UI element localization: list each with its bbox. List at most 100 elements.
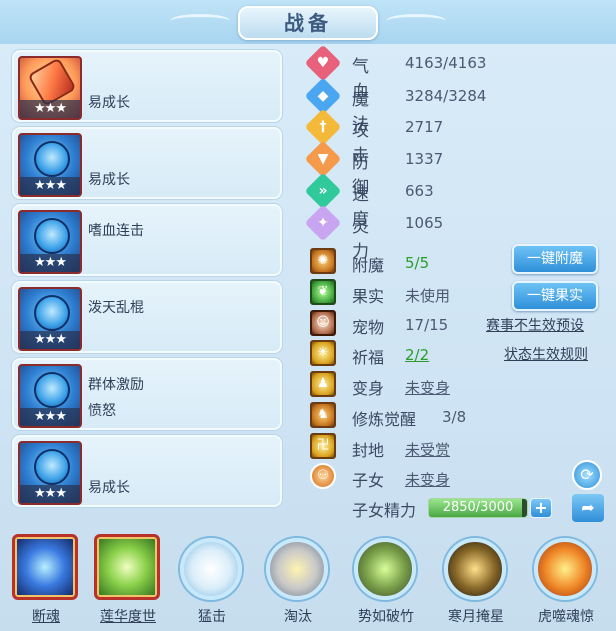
bless-icon: ☀ xyxy=(310,340,336,366)
child-label: 子女 xyxy=(352,471,385,490)
transform-icon: ♟ xyxy=(310,371,336,397)
enchant-icon: ✺ xyxy=(310,248,336,274)
shield-icon: ▼ xyxy=(304,140,342,178)
child-icon: ⚇ xyxy=(310,463,336,489)
star-rating: ★★★ xyxy=(20,485,80,503)
pet-skill: 群体激励 xyxy=(88,377,144,393)
child-energy-bar: 2850/3000 xyxy=(428,498,528,518)
title-bar: 战备 xyxy=(0,0,616,44)
bless-value[interactable]: 2/2 xyxy=(405,346,429,364)
blue-warrior-icon: ★★★ xyxy=(18,441,82,505)
one-click-enchant-button[interactable]: 一键附魔 xyxy=(512,244,598,274)
blue-warrior-icon: ★★★ xyxy=(18,287,82,351)
pet-trait: 易成长 xyxy=(88,480,130,496)
spirit-icon: ✦ xyxy=(304,204,342,242)
stat-value: 1337 xyxy=(405,150,444,168)
pet-card-3[interactable]: ★★★ 嗜血连击 xyxy=(12,204,282,276)
skill-name: 莲华度世 xyxy=(100,609,156,625)
star-rating: ★★★ xyxy=(20,100,80,118)
add-energy-button[interactable]: + xyxy=(530,498,552,518)
skill-7[interactable]: 虎噬魂惊 xyxy=(526,530,606,631)
transform-value[interactable]: 未变身 xyxy=(405,377,450,398)
pet-skill: 嗜血连击 xyxy=(88,223,144,239)
refresh-icon[interactable]: ⟳ xyxy=(572,460,602,490)
tiger-flame-icon xyxy=(534,538,596,600)
row-transform: ♟ 变身 未变身 xyxy=(310,371,610,399)
child-energy-value: 2850/3000 xyxy=(442,500,514,515)
transform-label: 变身 xyxy=(352,379,385,398)
train-value: 3/8 xyxy=(442,408,467,426)
skill-2[interactable]: 莲华度世 xyxy=(88,530,168,631)
pet-card-4[interactable]: ★★★ 泼天乱棍 xyxy=(12,281,282,353)
star-rating: ★★★ xyxy=(20,254,80,272)
stat-value: 3284/3284 xyxy=(405,87,487,105)
blade-icon xyxy=(266,538,328,600)
enchant-label: 附魔 xyxy=(352,256,385,275)
soul-break-icon xyxy=(12,534,78,600)
blue-warrior-icon: ★★★ xyxy=(18,364,82,428)
title-ornament-left xyxy=(170,14,230,28)
pet-card-1[interactable]: ★★★ 易成长 xyxy=(12,50,282,122)
child-value[interactable]: 未变身 xyxy=(405,469,450,490)
share-icon[interactable]: ➦ xyxy=(572,494,604,522)
train-label: 修炼觉醒 xyxy=(352,410,417,429)
stat-value: 1065 xyxy=(405,214,444,232)
skill-4[interactable]: 淘汰 xyxy=(258,530,338,631)
pet-card-2[interactable]: ★★★ 易成长 xyxy=(12,127,282,199)
speed-icon: » xyxy=(304,172,342,210)
pet-label: 宠物 xyxy=(352,318,385,337)
land-label: 封地 xyxy=(352,441,385,460)
row-land: 卍 封地 未受赏 xyxy=(310,433,610,461)
moon-warrior-icon xyxy=(444,538,506,600)
star-rating: ★★★ xyxy=(20,331,80,349)
skill-3[interactable]: 猛击 xyxy=(172,530,252,631)
bamboo-sword-icon xyxy=(354,538,416,600)
pet-trait: 易成长 xyxy=(88,172,130,188)
bless-label: 祈福 xyxy=(352,348,385,367)
skill-name: 势如破竹 xyxy=(358,609,414,625)
row-child-energy: 子女精力 xyxy=(310,495,430,523)
page-title: 战备 xyxy=(238,6,378,40)
star-rating: ★★★ xyxy=(20,408,80,426)
sword-icon: † xyxy=(304,108,342,146)
lotus-hand-icon xyxy=(94,534,160,600)
one-click-fruit-button[interactable]: 一键果实 xyxy=(512,281,598,311)
land-value[interactable]: 未受赏 xyxy=(405,439,450,460)
popsicle-icon: ★★★ xyxy=(18,56,82,120)
skill-1[interactable]: 断魂 xyxy=(6,530,86,631)
fruit-value: 未使用 xyxy=(405,287,451,305)
row-child: ⚇ 子女 未变身 xyxy=(310,463,610,491)
blue-warrior-icon: ★★★ xyxy=(18,133,82,197)
heart-icon: ♥ xyxy=(304,44,342,82)
stat-value: 2717 xyxy=(405,118,444,136)
skill-name: 断魂 xyxy=(32,609,60,625)
pet-trait: 易成长 xyxy=(88,95,130,111)
skill-6[interactable]: 寒月掩星 xyxy=(436,530,516,631)
pet-list: ★★★ 易成长 ★★★ 易成长 ★★★ 嗜血连击 ★★★ 泼天乱棍 ★★★ 群体… xyxy=(8,48,294,518)
title-ornament-right xyxy=(386,14,446,28)
fruit-icon: ❦ xyxy=(310,279,336,305)
pet-card-5[interactable]: ★★★ 群体激励 愤怒 xyxy=(12,358,282,430)
land-icon: 卍 xyxy=(310,433,336,459)
event-preset-link[interactable]: 赛事不生效预设 xyxy=(486,315,584,335)
enchant-value: 5/5 xyxy=(405,254,430,272)
skill-5[interactable]: 势如破竹 xyxy=(346,530,426,631)
pet-card-6[interactable]: ★★★ 易成长 xyxy=(12,435,282,507)
stat-value: 4163/4163 xyxy=(405,54,487,72)
skill-name: 寒月掩星 xyxy=(448,609,504,625)
child-energy-label: 子女精力 xyxy=(352,501,417,520)
skill-name: 虎噬魂惊 xyxy=(538,609,594,625)
blue-warrior-icon: ★★★ xyxy=(18,210,82,274)
fruit-label: 果实 xyxy=(352,287,385,306)
star-rating: ★★★ xyxy=(20,177,80,195)
row-train: ♞ 修炼觉醒 3/8 xyxy=(310,402,610,430)
pet-avatar-icon: ☺ xyxy=(310,310,336,336)
fist-icon xyxy=(180,538,242,600)
train-icon: ♞ xyxy=(310,402,336,428)
skill-bar: 断魂 莲华度世 猛击 淘汰 势如破竹 寒月掩星 虎噬魂惊 xyxy=(0,530,616,631)
pet-skill: 泼天乱棍 xyxy=(88,300,144,316)
stat-value: 663 xyxy=(405,182,434,200)
status-rules-link[interactable]: 状态生效规则 xyxy=(504,344,588,364)
skill-name: 猛击 xyxy=(198,609,226,625)
pet-value: 17/15 xyxy=(405,316,449,334)
